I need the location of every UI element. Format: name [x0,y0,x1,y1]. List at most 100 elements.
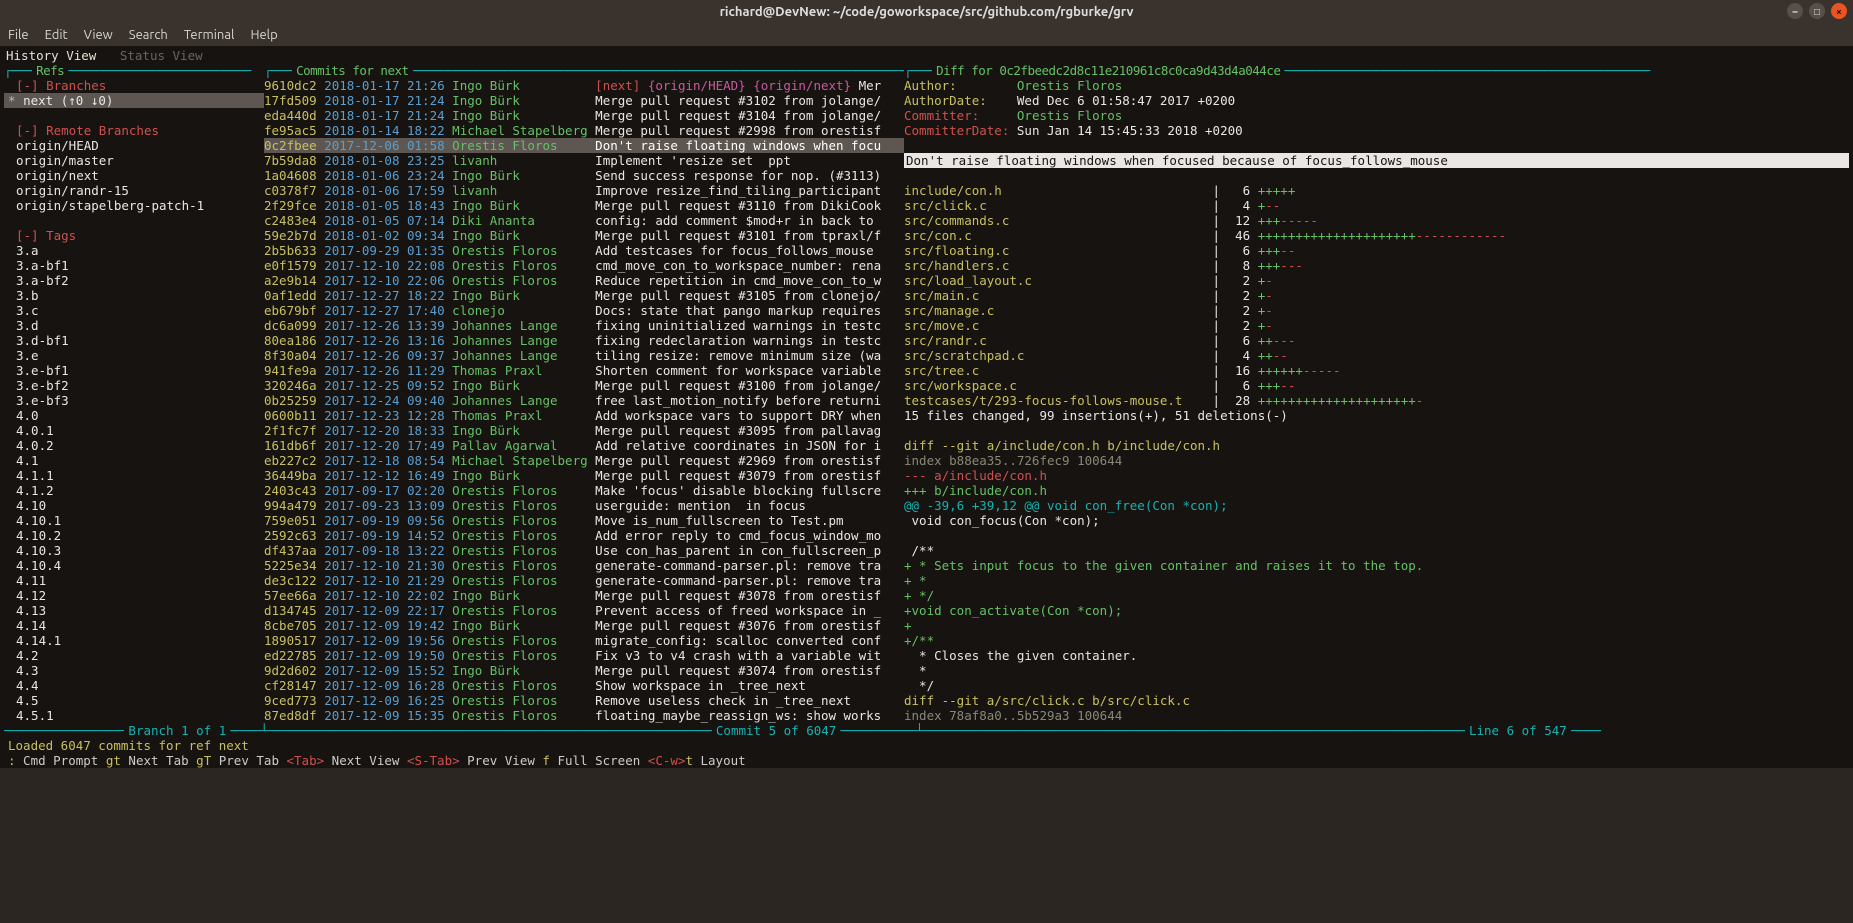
ref-tag[interactable]: 4.10.4 [4,558,264,573]
menu-help[interactable]: Help [250,28,277,43]
commit-row[interactable]: 161db6f 2017-12-20 17:49 Pallav Agarwal … [264,438,904,453]
commit-row[interactable]: c0378f7 2018-01-06 17:59 livanh Improve … [264,183,904,198]
ref-tag[interactable]: 4.10.2 [4,528,264,543]
ref-tag[interactable]: 4.12 [4,588,264,603]
commit-row[interactable]: 2403c43 2017-09-17 02:20 Orestis Floros … [264,483,904,498]
tab-history-view[interactable]: History View [6,48,96,63]
commit-row[interactable]: 7b59da8 2018-01-08 23:25 livanh Implemen… [264,153,904,168]
commit-row[interactable]: 0600b11 2017-12-23 12:28 Thomas Praxl Ad… [264,408,904,423]
ref-remote[interactable]: origin/HEAD [4,138,264,153]
commit-row[interactable]: eb679bf 2017-12-27 17:40 clonejo Docs: s… [264,303,904,318]
ref-tag[interactable]: 4.1.1 [4,468,264,483]
diffstat-row: src/manage.c | 2 +- [904,303,1849,318]
commit-row[interactable]: 80ea186 2017-12-26 13:16 Johannes Lange … [264,333,904,348]
ref-tag[interactable]: 4.0.1 [4,423,264,438]
menu-view[interactable]: View [84,28,113,43]
ref-tag[interactable]: 3.c [4,303,264,318]
menu-search[interactable]: Search [129,28,168,43]
ref-remote[interactable]: origin/randr-15 [4,183,264,198]
commit-row[interactable]: 8cbe705 2017-12-09 19:42 Ingo Bürk Merge… [264,618,904,633]
ref-tag[interactable]: 3.e-bf2 [4,378,264,393]
commit-row[interactable]: 59e2b7d 2018-01-02 09:34 Ingo Bürk Merge… [264,228,904,243]
ref-tag[interactable]: 3.a-bf2 [4,273,264,288]
ref-tag[interactable]: 4.3 [4,663,264,678]
menu-edit[interactable]: Edit [45,28,68,43]
commit-row[interactable]: cf28147 2017-12-09 16:28 Orestis Floros … [264,678,904,693]
commit-row[interactable]: eb227c2 2017-12-18 08:54 Michael Stapelb… [264,453,904,468]
ref-tag[interactable]: 3.b [4,288,264,303]
tags-header[interactable]: Tags [46,228,76,243]
commit-row[interactable]: a2e9b14 2017-12-10 22:06 Orestis Floros … [264,273,904,288]
commit-row[interactable]: 0af1edd 2017-12-27 18:22 Ingo Bürk Merge… [264,288,904,303]
commit-row[interactable]: 0b25259 2017-12-24 09:40 Johannes Lange … [264,393,904,408]
ref-tag[interactable]: 4.10.1 [4,513,264,528]
ref-tag[interactable]: 4.2 [4,648,264,663]
commit-row[interactable]: eda440d 2018-01-17 21:24 Ingo Bürk Merge… [264,108,904,123]
commit-row[interactable]: 2b5b633 2017-09-29 01:35 Orestis Floros … [264,243,904,258]
ref-tag[interactable]: 3.a [4,243,264,258]
commit-row[interactable]: 87ed8df 2017-12-09 15:35 Orestis Floros … [264,708,904,723]
ref-tag[interactable]: 3.d-bf1 [4,333,264,348]
commit-row[interactable]: 36449ba 2017-12-12 16:49 Ingo Bürk Merge… [264,468,904,483]
commit-row[interactable]: 320246a 2017-12-25 09:52 Ingo Bürk Merge… [264,378,904,393]
ref-tag[interactable]: 3.e-bf1 [4,363,264,378]
ref-tag[interactable]: 3.d [4,318,264,333]
ref-tag[interactable]: 4.11 [4,573,264,588]
commit-row[interactable]: 57ee66a 2017-12-10 22:02 Ingo Bürk Merge… [264,588,904,603]
commit-row[interactable]: 941fe9a 2017-12-26 11:29 Thomas Praxl Sh… [264,363,904,378]
ref-tag[interactable]: 4.4 [4,678,264,693]
diff-line: +++ b/include/con.h [904,483,1849,498]
commit-row[interactable]: 5225e34 2017-12-10 21:30 Orestis Floros … [264,558,904,573]
commit-row[interactable]: dc6a099 2017-12-26 13:39 Johannes Lange … [264,318,904,333]
branches-header[interactable]: Branches [46,78,106,93]
window-minimize-icon[interactable]: – [1787,3,1803,19]
ref-remote[interactable]: origin/stapelberg-patch-1 [4,198,264,213]
ref-tag[interactable]: 4.5 [4,693,264,708]
commit-row[interactable]: 9610dc2 2018-01-17 21:26 Ingo Bürk [next… [264,78,904,93]
commit-row[interactable]: c2483e4 2018-01-05 07:14 Diki Ananta con… [264,213,904,228]
tab-status-view[interactable]: Status View [120,48,203,63]
commit-row[interactable]: 994a479 2017-09-23 13:09 Orestis Floros … [264,498,904,513]
commit-row[interactable]: 0c2fbee 2017-12-06 01:58 Orestis Floros … [264,138,904,153]
window-close-icon[interactable]: × [1831,3,1847,19]
commit-row[interactable]: 759e051 2017-09-19 09:56 Orestis Floros … [264,513,904,528]
menu-terminal[interactable]: Terminal [184,28,235,43]
commit-row[interactable]: 2f29fce 2018-01-05 18:43 Ingo Bürk Merge… [264,198,904,213]
ref-remote[interactable]: origin/next [4,168,264,183]
ref-tag[interactable]: 4.14.1 [4,633,264,648]
ref-tag[interactable]: 3.a-bf1 [4,258,264,273]
commit-row[interactable]: 2592c63 2017-09-19 14:52 Orestis Floros … [264,528,904,543]
commit-row[interactable]: 1a04608 2018-01-06 23:24 Ingo Bürk Send … [264,168,904,183]
ref-tag[interactable]: 4.10.3 [4,543,264,558]
ref-tag[interactable]: 3.e [4,348,264,363]
ref-tag[interactable]: 4.14 [4,618,264,633]
commit-row[interactable]: de3c122 2017-12-10 21:29 Orestis Floros … [264,573,904,588]
commit-row[interactable]: 9d2d602 2017-12-09 15:52 Ingo Bürk Merge… [264,663,904,678]
ref-tag[interactable]: 4.0.2 [4,438,264,453]
ref-tag[interactable]: 4.1 [4,453,264,468]
commit-row[interactable]: d134745 2017-12-09 22:17 Orestis Floros … [264,603,904,618]
ref-remote[interactable]: origin/master [4,153,264,168]
commit-row[interactable]: 1890517 2017-12-09 19:56 Orestis Floros … [264,633,904,648]
commit-row[interactable]: fe95ac5 2018-01-14 18:22 Michael Stapelb… [264,123,904,138]
ref-tag[interactable]: 4.1.2 [4,483,264,498]
commit-row[interactable]: 17fd509 2018-01-17 21:24 Ingo Bürk Merge… [264,93,904,108]
commit-row[interactable]: df437aa 2017-09-18 13:22 Orestis Floros … [264,543,904,558]
ref-tag[interactable]: 4.10 [4,498,264,513]
commit-row[interactable]: e0f1579 2017-12-10 22:08 Orestis Floros … [264,258,904,273]
commit-row[interactable]: 2f1fc7f 2017-12-20 18:33 Ingo Bürk Merge… [264,423,904,438]
remote-branches-header[interactable]: Remote Branches [46,123,159,138]
menu-file[interactable]: File [8,28,29,43]
commit-row[interactable]: ed22785 2017-12-09 19:50 Orestis Floros … [264,648,904,663]
diff-line: +/** [904,633,1849,648]
ref-tag[interactable]: 4.5.1 [4,708,264,723]
commit-row[interactable]: 9ced773 2017-12-09 16:25 Orestis Floros … [264,693,904,708]
ref-tag[interactable]: 4.13 [4,603,264,618]
ref-tag[interactable]: 4.0 [4,408,264,423]
commit-row[interactable]: 8f30a04 2017-12-26 09:37 Johannes Lange … [264,348,904,363]
diffstat-row: src/move.c | 2 +- [904,318,1849,333]
ref-branch-selected[interactable]: next (↑0 ↓0) [4,93,264,108]
diffstat-row: src/randr.c | 6 ++--- [904,333,1849,348]
window-maximize-icon[interactable]: □ [1809,3,1825,19]
ref-tag[interactable]: 3.e-bf3 [4,393,264,408]
